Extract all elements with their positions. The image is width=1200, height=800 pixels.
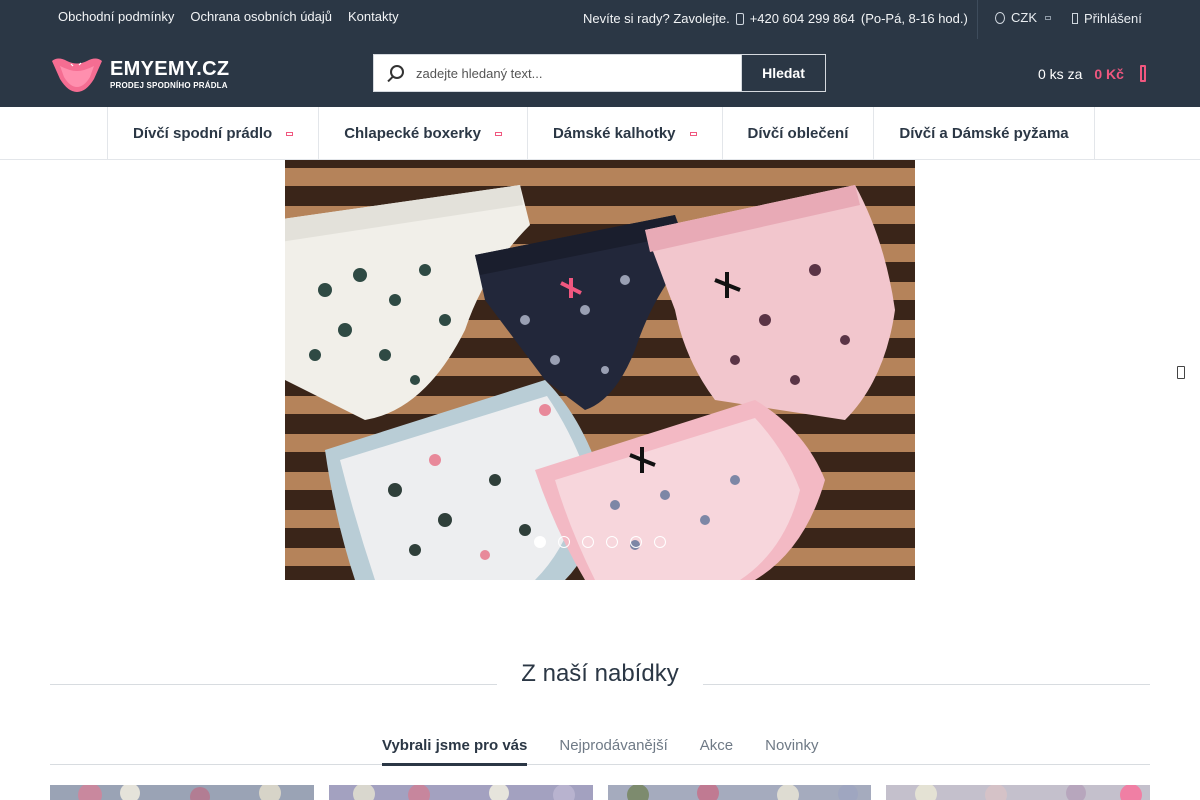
top-links: Obchodní podmínky Ochrana osobních údajů… (58, 9, 399, 24)
nav-item-girls-underwear[interactable]: Dívčí spodní prádlo (108, 107, 320, 160)
phone-icon (735, 12, 744, 25)
search-input[interactable] (414, 55, 741, 91)
tab-list: Vybrali jsme pro vás Nejprodávanější Akc… (382, 735, 818, 766)
slider-next-arrow-icon[interactable] (1177, 366, 1185, 379)
search-icon (374, 55, 414, 91)
phone-number[interactable]: +420 604 299 864 (750, 11, 855, 26)
link-privacy[interactable]: Ochrana osobních údajů (190, 9, 332, 24)
nav-item-label: Chlapecké boxerky (344, 125, 481, 142)
header: EMYEMY.CZ PRODEJ SPODNÍHO PRÁDLA Hledat … (0, 39, 1200, 107)
nav-item-label: Dívčí a Dámské pyžama (899, 125, 1069, 142)
product-image (886, 785, 1150, 800)
nav-item-label: Dívčí oblečení (747, 125, 849, 142)
chevron-down-icon (494, 131, 502, 136)
nav-item-boys-boxers[interactable]: Chlapecké boxerky (319, 107, 528, 160)
contact-info: Nevíte si rady? Zavolejte. +420 604 299 … (583, 11, 968, 26)
globe-icon (995, 11, 1005, 24)
slider-dot[interactable] (654, 536, 666, 548)
contact-text: Nevíte si rady? Zavolejte. (583, 11, 730, 26)
product-image (50, 785, 314, 800)
product-card[interactable] (607, 785, 872, 800)
product-image (328, 785, 593, 800)
slider-dots (534, 536, 666, 548)
nav-items: Dívčí spodní prádlo Chlapecké boxerky Dá… (107, 107, 1095, 160)
search-box: Hledat (373, 54, 826, 92)
nav-item-label: Dívčí spodní prádlo (133, 125, 273, 142)
link-contacts[interactable]: Kontakty (348, 9, 399, 24)
logo-heart-icon (52, 58, 102, 92)
contact-hours: (Po-Pá, 8-16 hod.) (860, 11, 968, 26)
currency-selector[interactable]: CZK (995, 10, 1051, 25)
hero-banner[interactable] (285, 160, 915, 580)
login-link[interactable]: Přihlášení (1072, 11, 1142, 26)
product-image (607, 785, 872, 800)
logo-brand: EMYEMY.CZ (110, 57, 230, 80)
top-bar: Obchodní podmínky Ochrana osobních údajů… (0, 0, 1200, 39)
link-terms[interactable]: Obchodní podmínky (58, 9, 174, 24)
topbar-divider (977, 0, 978, 39)
logo-tagline: PRODEJ SPODNÍHO PRÁDLA (110, 80, 228, 90)
logo[interactable]: EMYEMY.CZ PRODEJ SPODNÍHO PRÁDLA (50, 55, 229, 93)
product-tabs: Vybrali jsme pro vás Nejprodávanější Akc… (50, 735, 1150, 766)
tab-recommended[interactable]: Vybrali jsme pro vás (382, 735, 528, 766)
search-button[interactable]: Hledat (741, 55, 825, 91)
login-label: Přihlášení (1084, 11, 1142, 26)
tab-bestsellers[interactable]: Nejprodávanější (559, 735, 667, 765)
product-card[interactable] (328, 785, 593, 800)
product-card[interactable] (886, 785, 1150, 800)
product-grid (50, 785, 1150, 800)
cart-icon (1139, 65, 1146, 82)
currency-label: CZK (1011, 10, 1037, 25)
product-card[interactable] (50, 785, 314, 800)
nav-item-label: Dámské kalhotky (552, 125, 676, 142)
chevron-down-icon (1045, 15, 1051, 20)
main-nav: Dívčí spodní prádlo Chlapecké boxerky Dá… (0, 107, 1200, 160)
slider-dot[interactable] (582, 536, 594, 548)
chevron-down-icon (286, 131, 294, 136)
slider-dot[interactable] (558, 536, 570, 548)
cart-count: 0 ks za (1038, 65, 1083, 82)
cart-sum: 0 Kč (1094, 65, 1124, 82)
chevron-down-icon (689, 131, 697, 136)
cart[interactable]: 0 ks za 0 Kč (1038, 65, 1146, 82)
banner-image (285, 160, 915, 580)
slider-dot[interactable] (534, 536, 546, 548)
section-title: Z naší nabídky (521, 660, 679, 687)
tab-sale[interactable]: Akce (700, 735, 733, 765)
nav-item-pajamas[interactable]: Dívčí a Dámské pyžama (874, 107, 1095, 160)
nav-item-girls-clothing[interactable]: Dívčí oblečení (723, 107, 875, 160)
user-icon (1072, 13, 1078, 24)
tab-new[interactable]: Novinky (765, 735, 818, 765)
section-header: Z naší nabídky (0, 660, 1200, 696)
slider-dot[interactable] (606, 536, 618, 548)
slider-dot[interactable] (630, 536, 642, 548)
nav-item-womens-panties[interactable]: Dámské kalhotky (528, 107, 723, 160)
